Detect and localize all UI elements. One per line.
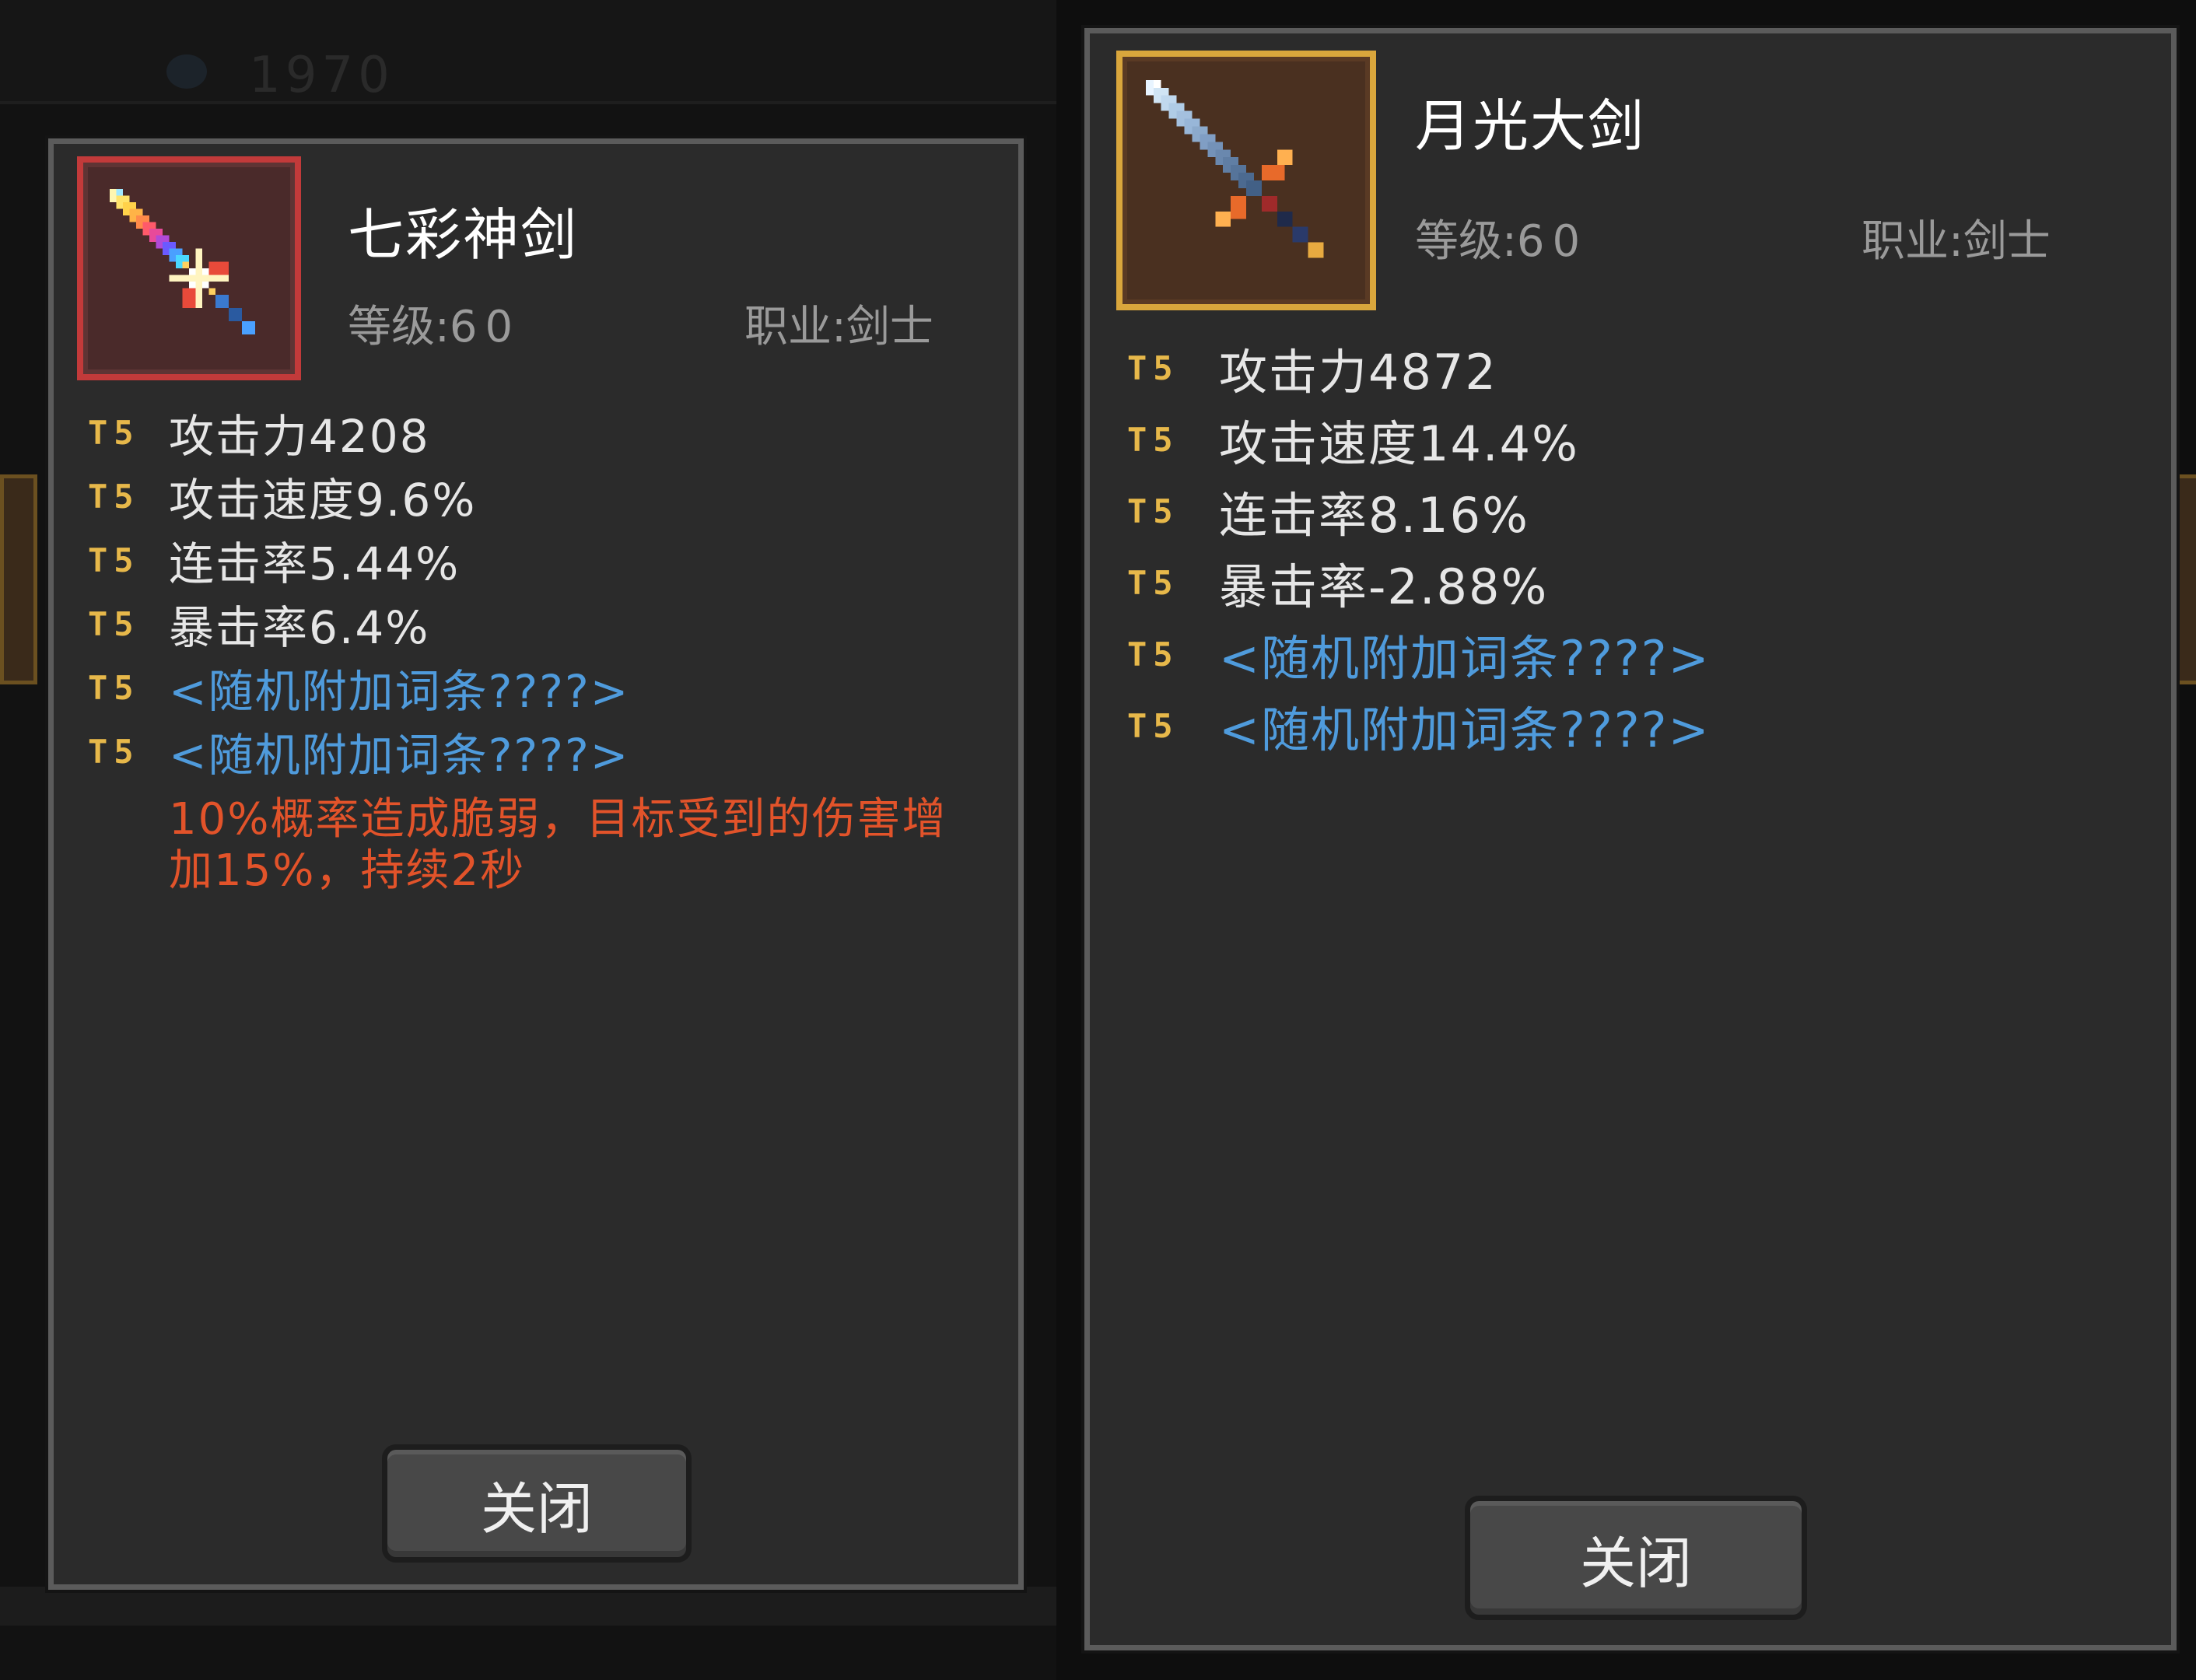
tier-badge: T5 — [88, 732, 140, 771]
stat-text: 连击率5.44% — [169, 537, 461, 590]
stat-list: T5 攻击力4208 T5 攻击速度9.6% T5 连击率5.44% T5 暴击… — [88, 401, 629, 783]
stat-row: T5 暴击率-2.88% — [1127, 547, 1711, 618]
stat-row: T5 <随机附加词条????> — [1127, 690, 1711, 761]
rainbow-sword-icon — [110, 189, 255, 334]
bottom-bar — [0, 1587, 1056, 1626]
level-label: 等级: — [1415, 216, 1517, 267]
stat-row: T5 连击率5.44% — [88, 528, 629, 592]
random-affix-text: <随机附加词条????> — [169, 729, 630, 782]
stat-row: T5 <随机附加词条????> — [88, 656, 629, 719]
tier-badge: T5 — [1127, 563, 1179, 602]
tier-badge: T5 — [88, 477, 140, 516]
item-slot — [1116, 51, 1376, 310]
item-class: 职业:剑士 — [744, 302, 933, 352]
stat-text: 暴击率6.4% — [169, 601, 430, 654]
level-value: 60 — [1516, 216, 1588, 267]
stat-row: T5 <随机附加词条????> — [88, 719, 629, 783]
stat-row: T5 连击率8.16% — [1127, 475, 1711, 547]
item-slot — [77, 156, 301, 380]
stat-text: 连击率8.16% — [1219, 487, 1529, 544]
random-affix-text: <随机附加词条????> — [1219, 702, 1711, 758]
tier-badge: T5 — [88, 413, 140, 452]
moonlight-greatsword-icon — [1145, 79, 1324, 258]
random-affix-text: <随机附加词条????> — [169, 665, 630, 718]
stat-row: T5 <随机附加词条????> — [1127, 618, 1711, 690]
item-class: 职业:剑士 — [1862, 216, 2051, 267]
close-button[interactable]: 关闭 — [1465, 1496, 1807, 1620]
stat-text: 攻击速度9.6% — [169, 474, 477, 527]
stat-text: 攻击力4872 — [1219, 344, 1497, 401]
stat-text: 攻击速度14.4% — [1219, 415, 1579, 472]
tier-badge: T5 — [88, 541, 140, 579]
gem-icon — [166, 54, 207, 89]
top-resource-bar: 1970 — [0, 0, 1056, 104]
close-button[interactable]: 关闭 — [382, 1444, 692, 1563]
background-slot-edge — [0, 474, 37, 684]
tier-badge: T5 — [88, 604, 140, 643]
special-effect-line: 加15%，持续2秒 — [169, 845, 526, 896]
special-effect-line: 10%概率造成脆弱，目标受到的伤害增 — [169, 794, 947, 845]
tier-badge: T5 — [1127, 492, 1179, 530]
stat-row: T5 攻击速度14.4% — [1127, 404, 1711, 475]
stat-row: T5 攻击速度9.6% — [88, 464, 629, 528]
stat-row: T5 攻击力4872 — [1127, 332, 1711, 404]
tier-badge: T5 — [1127, 348, 1179, 387]
stat-text: 攻击力4208 — [169, 410, 430, 463]
item-name: 七彩神剑 — [348, 202, 579, 268]
item-level: 等级:60 — [348, 292, 520, 355]
stat-row: T5 暴击率6.4% — [88, 592, 629, 656]
tier-badge: T5 — [1127, 420, 1179, 459]
special-effect: 10%概率造成脆弱，目标受到的伤害增 加15%，持续2秒 — [169, 794, 1009, 897]
level-label: 等级: — [348, 302, 450, 352]
item-detail-panel-right: 月光大剑 等级:60 职业:剑士 T5 攻击力4872 T5 攻击速度14.4%… — [1084, 28, 2177, 1650]
tier-badge: T5 — [1127, 706, 1179, 745]
currency-value: 1970 — [249, 47, 394, 104]
level-value: 60 — [449, 302, 521, 352]
tier-badge: T5 — [1127, 635, 1179, 674]
random-affix-text: <随机附加词条????> — [1219, 630, 1711, 687]
item-level: 等级:60 — [1415, 206, 1588, 269]
stat-row: T5 攻击力4208 — [88, 401, 629, 464]
item-detail-panel-left: 七彩神剑 等级:60 职业:剑士 T5 攻击力4208 T5 攻击速度9.6% … — [48, 138, 1024, 1590]
tier-badge: T5 — [88, 668, 140, 707]
stat-list: T5 攻击力4872 T5 攻击速度14.4% T5 连击率8.16% T5 暴… — [1127, 332, 1711, 761]
item-name: 月光大剑 — [1415, 93, 1646, 159]
stat-text: 暴击率-2.88% — [1219, 558, 1549, 615]
